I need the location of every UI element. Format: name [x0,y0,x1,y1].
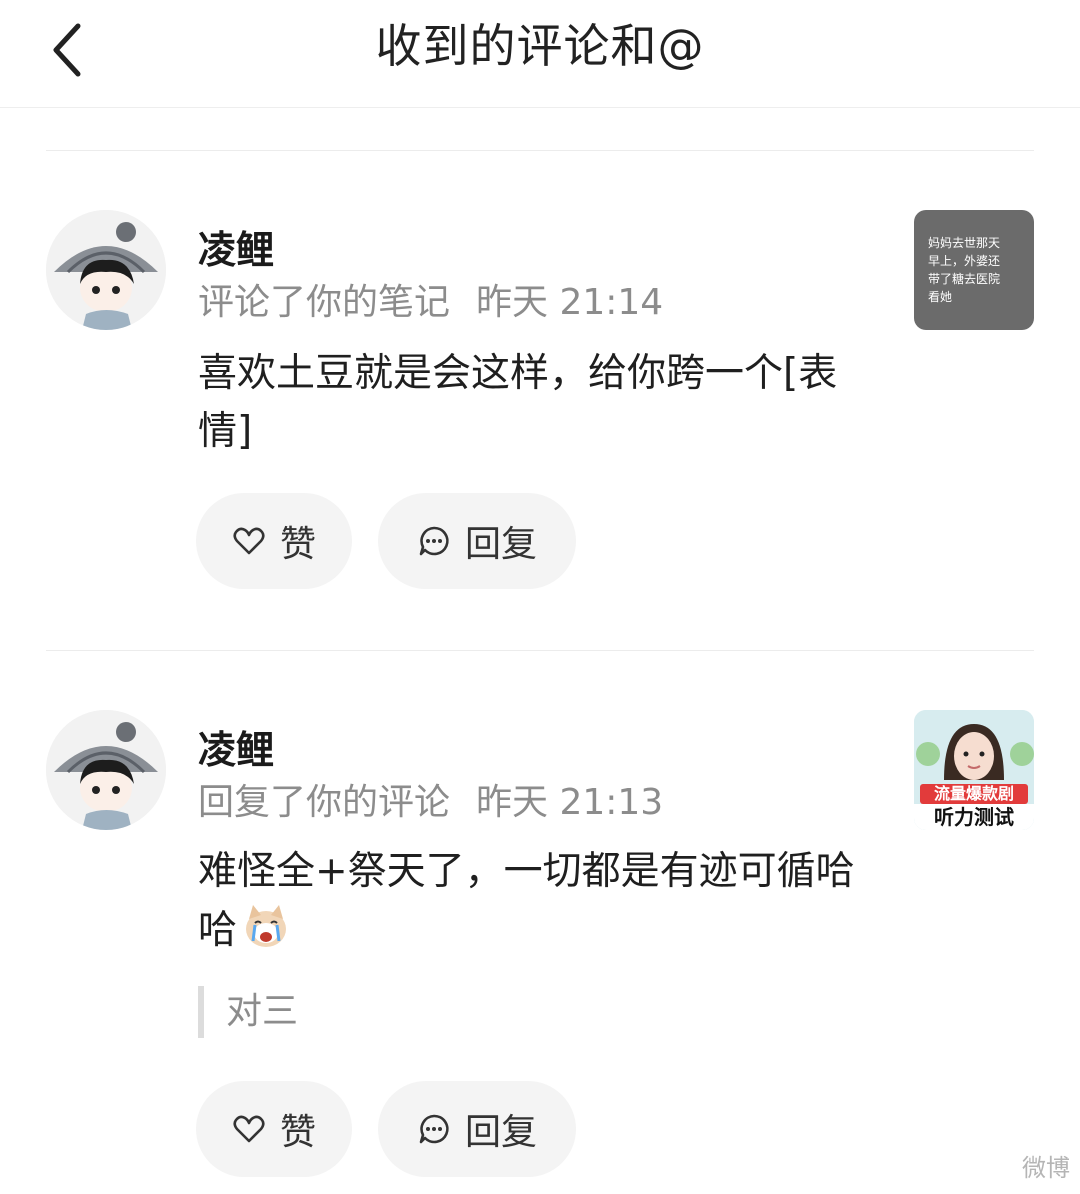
reply-label: 回复 [464,1112,537,1153]
note-thumbnail[interactable]: 妈妈去世那天 早上，外婆还 带了糖去医院 看她 [914,210,1034,330]
meta-line: 回复了你的评论 昨天 21:13 [198,778,663,828]
username[interactable]: 凌鲤 [198,225,274,275]
comment-text-body: 难怪全+祭天了，一切都是有迹可循哈哈 [198,849,855,953]
comment-bubble-icon [417,524,451,558]
reply-label: 回复 [464,524,537,565]
quoted-comment: 对三 [198,986,298,1038]
avatar[interactable] [46,210,166,330]
notification-item: 凌鲤 评论了你的笔记 昨天 21:14 喜欢土豆就是会这样，给你跨一个[表情] 妈… [0,150,1080,650]
heart-icon [232,1112,266,1146]
thumbnail-banner: 流量爆款剧 [920,784,1028,804]
reply-button[interactable]: 回复 [378,493,576,589]
thumbnail-caption: 听力测试 [914,804,1034,830]
action-text: 回复了你的评论 [198,782,451,823]
page-title: 收到的评论和@ [375,19,705,73]
comment-text: 难怪全+祭天了，一切都是有迹可循哈哈 [198,843,878,960]
action-text: 评论了你的笔记 [198,282,451,323]
thumbnail-text-line: 看她 [928,290,953,304]
like-label: 赞 [279,524,316,565]
thumbnail-text-line: 妈妈去世那天 [928,236,1001,250]
timestamp: 昨天 21:13 [476,782,664,823]
comment-text: 喜欢土豆就是会这样，给你跨一个[表情] [198,351,838,454]
thumbnail-text-line: 带了糖去医院 [928,272,1001,286]
watermark: 微博 [1022,1154,1070,1182]
meta-line: 评论了你的笔记 昨天 21:14 [198,278,663,328]
top-bar: 收到的评论和@ [0,0,1080,108]
timestamp: 昨天 21:14 [476,282,664,323]
comment-bubble-icon [417,1112,451,1146]
note-thumbnail[interactable]: 流量爆款剧 听力测试 [914,710,1034,830]
like-label: 赞 [279,1112,316,1153]
notification-item: 凌鲤 回复了你的评论 昨天 21:13 难怪全+祭天了，一切都是有迹可循哈哈 对三 [0,650,1080,1194]
username[interactable]: 凌鲤 [198,725,274,775]
avatar[interactable] [46,710,166,830]
crying-dog-emoji-icon [241,901,291,951]
reply-button[interactable]: 回复 [378,1081,576,1177]
like-button[interactable]: 赞 [196,493,352,589]
like-button[interactable]: 赞 [196,1081,352,1177]
thumbnail-text-line: 早上，外婆还 [928,254,1001,268]
heart-icon [232,524,266,558]
